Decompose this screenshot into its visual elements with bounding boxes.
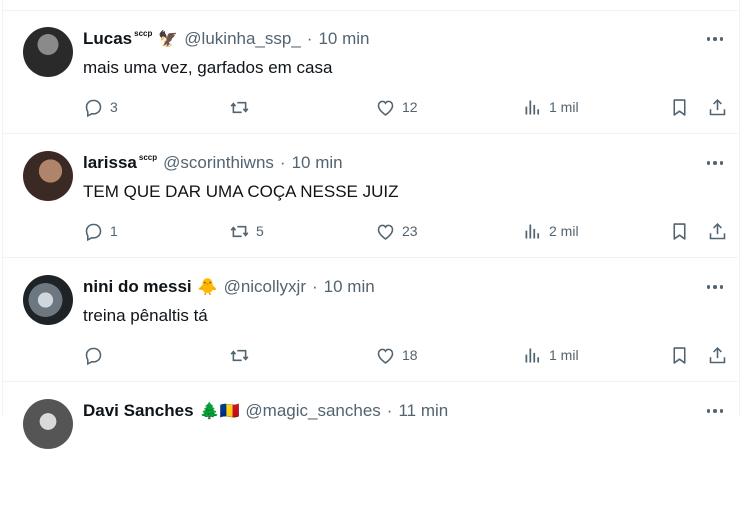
action-bar: 1 5 23 2 mil: [83, 219, 737, 243]
reply-icon: [85, 347, 102, 365]
avatar[interactable]: [23, 275, 73, 325]
tweet[interactable]: Lucas sccp 🦅 @lukinha_ssp_ · 10 min mais…: [3, 11, 738, 134]
timestamp[interactable]: 11 min: [398, 401, 448, 421]
views-button[interactable]: 1 mil: [522, 343, 579, 367]
views-button[interactable]: 2 mil: [522, 219, 579, 243]
avatar[interactable]: [23, 151, 73, 201]
retweet-icon: [230, 349, 249, 361]
user-handle[interactable]: @magic_sanches: [245, 401, 380, 421]
views-icon: [525, 348, 540, 362]
avatar[interactable]: [23, 27, 73, 77]
name-emoji: 🦅: [158, 31, 179, 48]
timestamp[interactable]: 10 min: [292, 153, 343, 173]
reply-button[interactable]: 3: [83, 95, 118, 119]
retweet-icon: [230, 225, 249, 237]
views-count: 2 mil: [549, 223, 579, 239]
like-button[interactable]: 23: [375, 219, 418, 243]
views-count: 1 mil: [549, 99, 579, 115]
action-bar: 3 12 1 mil: [83, 95, 737, 119]
tweet-header: larissa sccp @scorinthiwns · 10 min: [83, 153, 343, 173]
separator-dot: ·: [386, 401, 393, 420]
tweet[interactable]: Davi Sanches 🌲🇷🇴 @magic_sanches · 11 min: [3, 383, 738, 505]
reply-icon: [85, 223, 102, 241]
retweet-button[interactable]: 5: [229, 219, 264, 243]
tweet[interactable]: larissa sccp @scorinthiwns · 10 min TEM …: [3, 135, 738, 258]
display-name[interactable]: larissa: [83, 153, 137, 173]
separator-dot: ·: [312, 277, 318, 296]
retweet-button[interactable]: [229, 95, 256, 119]
more-options-icon[interactable]: [704, 31, 726, 47]
retweet-count: 5: [256, 223, 264, 239]
display-name[interactable]: Lucas: [83, 29, 132, 49]
more-options-icon[interactable]: [704, 155, 726, 171]
user-handle[interactable]: @lukinha_ssp_: [184, 29, 301, 49]
timestamp[interactable]: 10 min: [324, 277, 375, 297]
tweet-header: Davi Sanches 🌲🇷🇴 @magic_sanches · 11 min: [83, 401, 448, 421]
bookmark-icon: [673, 222, 686, 240]
tweet-text: TEM QUE DAR UMA COÇA NESSE JUIZ: [83, 182, 399, 201]
tweet[interactable]: nini do messi 🐥 @nicollyxjr · 10 min tre…: [3, 259, 738, 382]
share-icon: [709, 98, 726, 115]
bookmark-button[interactable]: [669, 219, 690, 243]
reply-icon: [85, 99, 102, 117]
bookmark-icon: [673, 98, 686, 116]
more-options-icon[interactable]: [704, 403, 726, 419]
views-count: 1 mil: [549, 347, 579, 363]
heart-icon: [377, 100, 394, 116]
avatar[interactable]: [23, 399, 73, 449]
views-icon: [525, 224, 540, 238]
share-button[interactable]: [707, 219, 728, 243]
like-count: 18: [402, 347, 418, 363]
separator-dot: ·: [306, 29, 313, 48]
like-button[interactable]: 12: [375, 95, 418, 119]
user-handle[interactable]: @scorinthiwns: [163, 153, 274, 173]
reply-count: 3: [110, 99, 118, 115]
bookmark-button[interactable]: [669, 343, 690, 367]
retweet-icon: [230, 101, 249, 113]
share-button[interactable]: [707, 95, 728, 119]
like-count: 12: [402, 99, 418, 115]
retweet-button[interactable]: [229, 343, 256, 367]
reply-button[interactable]: [83, 343, 110, 367]
heart-icon: [377, 348, 394, 364]
tweet-text: treina pênaltis tá: [83, 306, 208, 325]
timestamp[interactable]: 10 min: [318, 29, 369, 49]
separator-dot: ·: [279, 153, 286, 172]
tweet-header: nini do messi 🐥 @nicollyxjr · 10 min: [83, 277, 375, 297]
share-icon: [709, 346, 726, 363]
name-emoji: 🌲🇷🇴: [199, 403, 240, 420]
action-bar: 18 1 mil: [83, 343, 737, 367]
share-icon: [709, 222, 726, 239]
heart-icon: [377, 224, 394, 240]
tweet-header: Lucas sccp 🦅 @lukinha_ssp_ · 10 min: [83, 29, 370, 49]
reply-button[interactable]: 1: [83, 219, 118, 243]
reply-count: 1: [110, 223, 118, 239]
name-badge: sccp: [138, 152, 158, 162]
bookmark-icon: [673, 346, 686, 364]
bookmark-button[interactable]: [669, 95, 690, 119]
display-name[interactable]: Davi Sanches: [83, 401, 194, 421]
views-icon: [525, 100, 540, 114]
tweet-text: mais uma vez, garfados em casa: [83, 58, 333, 77]
name-emoji: 🐥: [197, 279, 218, 296]
display-name[interactable]: nini do messi: [83, 277, 192, 297]
user-handle[interactable]: @nicollyxjr: [224, 277, 306, 297]
like-count: 23: [402, 223, 418, 239]
more-options-icon[interactable]: [704, 279, 726, 295]
like-button[interactable]: 18: [375, 343, 418, 367]
views-button[interactable]: 1 mil: [522, 95, 579, 119]
name-badge: sccp: [134, 28, 153, 38]
share-button[interactable]: [707, 343, 728, 367]
